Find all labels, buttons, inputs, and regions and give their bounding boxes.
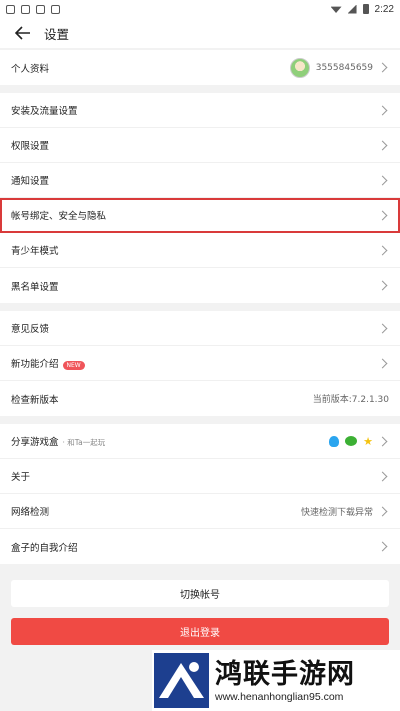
box-intro-row[interactable]: 盒子的自我介绍: [0, 529, 400, 564]
page-title: 设置: [44, 26, 70, 42]
profile-label: 个人资料: [11, 63, 50, 75]
row-label: 通知设置: [11, 176, 50, 187]
check-version-row[interactable]: 检查新版本 当前版本:7.2.1.30: [0, 381, 400, 416]
chevron-right-icon: [377, 323, 388, 333]
font-icon: [51, 4, 60, 14]
chevron-right-icon: [377, 541, 388, 552]
watermark-logo-icon: [154, 653, 209, 708]
chevron-right-icon: [377, 175, 388, 185]
network-check-row[interactable]: 网络检测 快速检测下载异常: [0, 494, 400, 529]
new-features-label: 新功能介绍: [11, 359, 59, 370]
watermark-url: www.henanhonglian95.com: [215, 690, 344, 703]
chevron-right-icon: [377, 245, 388, 255]
title-bar: 设置: [0, 18, 400, 48]
logout-button[interactable]: 退出登录: [11, 618, 389, 645]
wifi-icon: [330, 6, 342, 13]
new-badge: NEW: [62, 361, 85, 370]
chevron-right-icon: [377, 105, 388, 115]
row-label: 安装及流量设置: [11, 106, 78, 117]
chevron-right-icon: [377, 280, 388, 291]
bottom-actions: 切换帐号 退出登录: [0, 572, 400, 645]
notification-settings-row[interactable]: 通知设置: [0, 163, 400, 198]
teen-mode-row[interactable]: 青少年模式: [0, 233, 400, 268]
avatar: [289, 57, 310, 78]
notification-icon: [6, 4, 15, 14]
chevron-right-icon: [377, 140, 388, 150]
new-features-row[interactable]: 新功能介绍 NEW: [0, 346, 400, 381]
row-label: 新功能介绍 NEW: [11, 356, 379, 370]
profile-row[interactable]: 个人资料 3555845659: [0, 50, 400, 85]
row-label: 关于: [11, 472, 31, 483]
row-label: 青少年模式: [11, 246, 59, 257]
back-button[interactable]: [12, 22, 34, 44]
settings-group: 安装及流量设置 权限设置 通知设置 帐号绑定、安全与隐私 青少年模式 黑名单设置: [0, 93, 400, 303]
bug-icon: [36, 4, 45, 14]
blacklist-settings-row[interactable]: 黑名单设置: [0, 268, 400, 303]
wechat-icon: [345, 436, 358, 446]
chevron-right-icon: [377, 506, 388, 516]
status-bar: 2:22: [0, 0, 400, 18]
chevron-right-icon: [377, 210, 388, 220]
chevron-right-icon: [377, 471, 388, 481]
chevron-right-icon: [377, 436, 388, 446]
status-time: 2:22: [374, 3, 394, 15]
network-hint: 快速检测下载异常: [300, 507, 373, 518]
signal-icon: [347, 4, 357, 14]
user-id: 3555845659: [315, 62, 373, 73]
row-label: 帐号绑定、安全与隐私: [11, 211, 107, 222]
qzone-star-icon: ★: [363, 434, 373, 448]
share-row[interactable]: 分享游戏盒 · 和Ta一起玩 ★: [0, 424, 400, 459]
row-label: 分享游戏盒 · 和Ta一起玩: [11, 434, 329, 448]
current-version: 当前版本:7.2.1.30: [312, 395, 389, 405]
profile-group: 个人资料 3555845659: [0, 50, 400, 85]
feedback-row[interactable]: 意见反馈: [0, 311, 400, 346]
share-label: 分享游戏盒: [11, 437, 59, 448]
back-arrow-icon: [15, 26, 30, 40]
watermark-title: 鸿联手游网: [215, 658, 355, 690]
qq-icon: [329, 435, 340, 447]
share-subtitle: · 和Ta一起玩: [62, 438, 106, 447]
row-label: 黑名单设置: [11, 281, 59, 293]
row-label: 检查新版本: [11, 394, 59, 406]
row-label: 网络检测: [11, 507, 50, 518]
shield-icon: [21, 4, 30, 14]
about-group: 分享游戏盒 · 和Ta一起玩 ★ 关于 网络检测 快速检测下载异常 盒子的自我介绍: [0, 424, 400, 564]
install-traffic-settings-row[interactable]: 安装及流量设置: [0, 93, 400, 128]
account-security-privacy-row[interactable]: 帐号绑定、安全与隐私: [0, 198, 400, 233]
chevron-right-icon: [377, 62, 388, 73]
feedback-group: 意见反馈 新功能介绍 NEW 检查新版本 当前版本:7.2.1.30: [0, 311, 400, 416]
permission-settings-row[interactable]: 权限设置: [0, 128, 400, 163]
battery-icon: [362, 4, 369, 14]
about-row[interactable]: 关于: [0, 459, 400, 494]
chevron-right-icon: [377, 358, 388, 368]
switch-account-button[interactable]: 切换帐号: [11, 580, 389, 607]
row-label: 盒子的自我介绍: [11, 542, 78, 554]
watermark: 鸿联手游网 www.henanhonglian95.com: [152, 650, 400, 711]
row-label: 权限设置: [11, 141, 50, 152]
row-label: 意见反馈: [11, 324, 50, 335]
